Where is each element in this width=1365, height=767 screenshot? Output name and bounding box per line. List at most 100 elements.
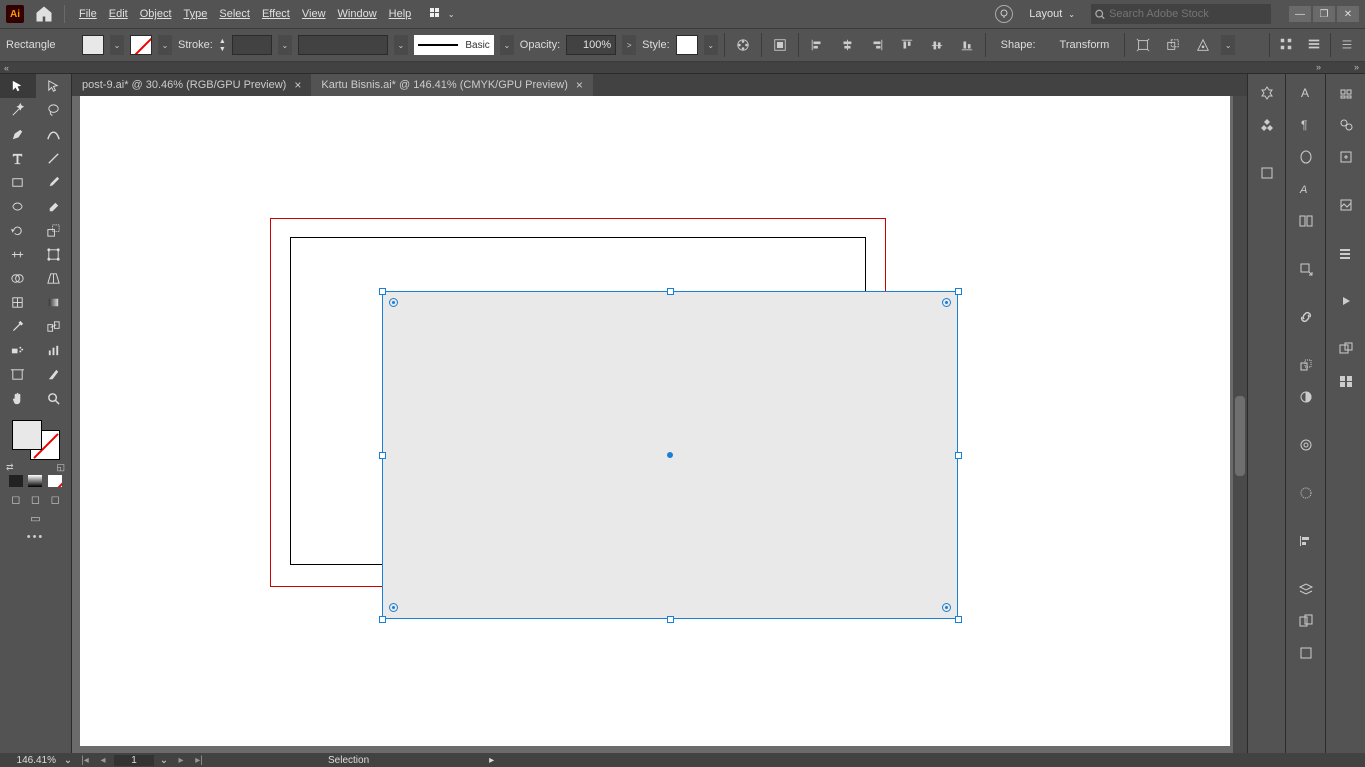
transparency-panel-icon[interactable] <box>1292 384 1320 410</box>
color-panel-icon[interactable] <box>1253 112 1281 138</box>
layers-panel-icon[interactable] <box>1292 576 1320 602</box>
none-mode-icon[interactable] <box>48 475 62 487</box>
bbox-handle[interactable] <box>955 616 962 623</box>
center-point-icon[interactable] <box>667 452 673 458</box>
stroke-weight-dropdown[interactable]: ⌄ <box>278 35 292 55</box>
menu-edit[interactable]: Edit <box>105 6 132 22</box>
actions-panel-icon[interactable] <box>1292 640 1320 666</box>
fill-dropdown[interactable]: ⌄ <box>110 35 124 55</box>
select-similar-dropdown[interactable]: ⌄ <box>1221 35 1235 55</box>
shape-button[interactable]: Shape: <box>992 34 1045 56</box>
expand-dock-c-icon[interactable]: » <box>1354 62 1359 72</box>
free-transform-tool-icon[interactable] <box>36 242 72 266</box>
fill-swatch[interactable] <box>82 35 104 55</box>
draw-inside-icon[interactable]: ◻ <box>51 493 60 506</box>
selected-rectangle[interactable] <box>382 291 958 619</box>
swap-fill-stroke-icon[interactable]: ⇄ <box>6 462 14 473</box>
corner-widget-icon[interactable] <box>389 298 398 307</box>
expand-dock-a-icon[interactable]: » <box>1316 62 1321 72</box>
brushes-panel-icon[interactable] <box>1332 112 1360 138</box>
transform-button[interactable]: Transform <box>1051 34 1119 56</box>
opentype-panel-icon[interactable] <box>1292 144 1320 170</box>
artboard-dropdown-icon[interactable]: ⌄ <box>156 755 172 766</box>
pen-tool-icon[interactable] <box>0 122 36 146</box>
width-tool-icon[interactable] <box>0 242 36 266</box>
minimize-button[interactable]: — <box>1289 6 1311 22</box>
canvas[interactable] <box>72 96 1247 753</box>
blend-tool-icon[interactable] <box>36 314 72 338</box>
arrange-docs-icon[interactable]: ⌄ <box>427 5 457 23</box>
style-dropdown[interactable]: ⌄ <box>704 35 718 55</box>
curvature-tool-icon[interactable] <box>36 122 72 146</box>
first-artboard-icon[interactable]: |◂ <box>76 755 94 766</box>
menu-select[interactable]: Select <box>215 6 254 22</box>
essentials-icon[interactable] <box>1274 33 1298 55</box>
appearance-panel-icon[interactable] <box>1292 432 1320 458</box>
isolate-icon[interactable] <box>1131 34 1155 56</box>
zoom-tool-icon[interactable] <box>36 386 72 410</box>
styles-panel-icon[interactable] <box>1292 208 1320 234</box>
glyphs-panel-icon[interactable]: A <box>1292 176 1320 202</box>
magic-wand-tool-icon[interactable] <box>0 98 36 122</box>
transform-panel-icon[interactable] <box>1292 352 1320 378</box>
paragraph-panel-icon[interactable]: ¶ <box>1292 112 1320 138</box>
hand-tool-icon[interactable] <box>0 386 36 410</box>
navigator-panel-icon[interactable] <box>1332 336 1360 362</box>
gradient-tool-icon[interactable] <box>36 290 72 314</box>
workspace-switcher[interactable]: Layout⌄ <box>1023 6 1081 22</box>
brush-dropdown[interactable]: ⌄ <box>500 35 514 55</box>
menu-window[interactable]: Window <box>334 6 381 22</box>
bbox-handle[interactable] <box>955 452 962 459</box>
close-button[interactable]: ✕ <box>1337 6 1359 22</box>
tab-close-icon[interactable]: × <box>576 78 583 92</box>
stroke-weight-field[interactable] <box>232 35 272 55</box>
bbox-handle[interactable] <box>667 616 674 623</box>
align-to-dropdown[interactable] <box>768 34 792 56</box>
opacity-dropdown[interactable]: > <box>622 35 636 55</box>
align-panel-icon[interactable] <box>1292 528 1320 554</box>
corner-widget-icon[interactable] <box>942 603 951 612</box>
prev-artboard-icon[interactable]: ◂ <box>94 755 112 766</box>
mesh-tool-icon[interactable] <box>0 290 36 314</box>
style-swatch[interactable] <box>676 35 698 55</box>
type-tool-icon[interactable] <box>0 146 36 170</box>
perspective-grid-icon[interactable] <box>36 266 72 290</box>
screen-mode-icon[interactable]: ▭ <box>30 512 40 525</box>
asset-export-icon[interactable] <box>1292 256 1320 282</box>
restore-button[interactable]: ❐ <box>1313 6 1335 22</box>
menu-effect[interactable]: Effect <box>258 6 294 22</box>
align-hcenter-icon[interactable] <box>835 34 859 56</box>
menu-file[interactable]: File <box>75 6 101 22</box>
stroke-swatch[interactable] <box>130 35 152 55</box>
character-panel-icon[interactable]: A <box>1292 80 1320 106</box>
var-width-dropdown[interactable]: ⌄ <box>394 35 408 55</box>
bbox-handle[interactable] <box>955 288 962 295</box>
menu-type[interactable]: Type <box>180 6 212 22</box>
corner-widget-icon[interactable] <box>389 603 398 612</box>
rotate-tool-icon[interactable] <box>0 218 36 242</box>
separations-panel-icon[interactable] <box>1332 368 1360 394</box>
bbox-handle[interactable] <box>379 616 386 623</box>
default-fill-stroke-icon[interactable]: ◱ <box>56 462 65 473</box>
edit-clip-icon[interactable] <box>1161 34 1185 56</box>
artboard-number[interactable]: 1 <box>114 755 154 766</box>
rectangle-tool-icon[interactable] <box>0 170 36 194</box>
draw-normal-icon[interactable]: ◻ <box>11 493 20 506</box>
line-segment-tool-icon[interactable] <box>36 146 72 170</box>
artboard-tool-icon[interactable] <box>0 362 36 386</box>
brush-definition[interactable]: Basic <box>414 35 494 55</box>
vertical-scrollbar[interactable] <box>1233 96 1247 753</box>
scrollbar-thumb[interactable] <box>1235 396 1245 476</box>
image-trace-icon[interactable] <box>1332 192 1360 218</box>
artboards-panel-icon[interactable] <box>1292 608 1320 634</box>
corner-widget-icon[interactable] <box>942 298 951 307</box>
edit-toolbar-icon[interactable]: ••• <box>6 531 65 543</box>
tab-close-icon[interactable]: × <box>294 78 301 92</box>
paintbrush-tool-icon[interactable] <box>36 170 72 194</box>
links-panel-icon[interactable] <box>1292 304 1320 330</box>
zoom-level[interactable]: 146.41% <box>0 755 60 766</box>
home-icon[interactable] <box>34 4 54 24</box>
eraser-tool-icon[interactable] <box>36 194 72 218</box>
scale-tool-icon[interactable] <box>36 218 72 242</box>
align-bottom-icon[interactable] <box>955 34 979 56</box>
